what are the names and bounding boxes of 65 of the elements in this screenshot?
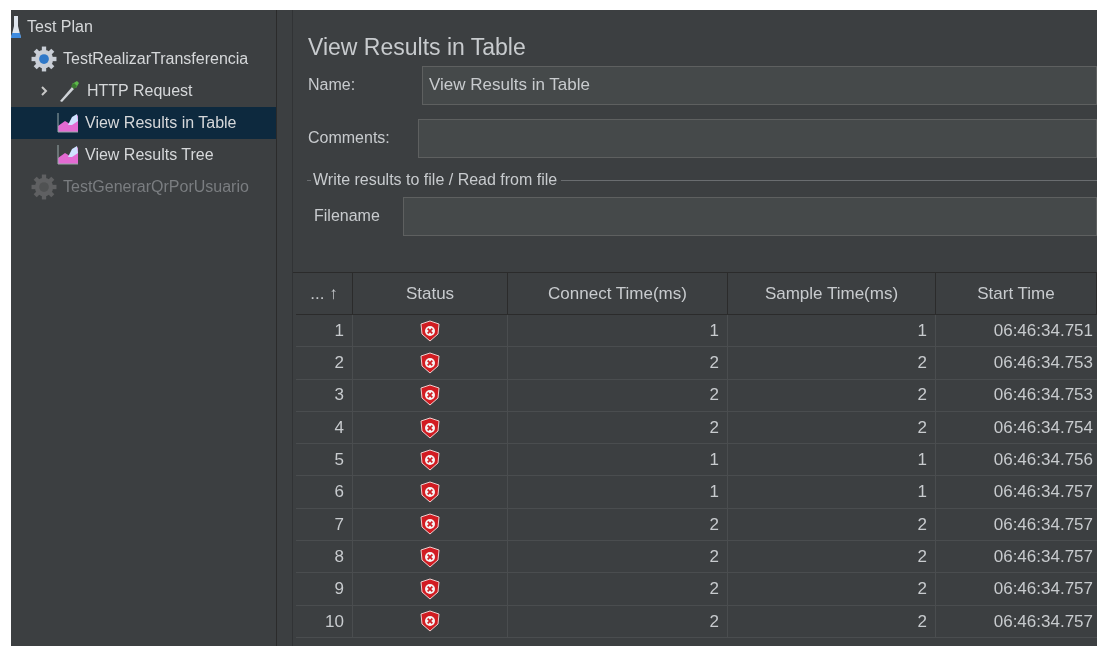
table-cell: 1 xyxy=(728,444,936,476)
table-cell: 2 xyxy=(508,347,728,379)
table-cell: 2 xyxy=(728,541,936,573)
graph-icon xyxy=(57,113,79,133)
row-number: 7 xyxy=(296,508,353,541)
table-cell: 1 xyxy=(728,315,936,347)
table-cell-text: 06:46:34.756 xyxy=(992,449,1094,472)
tree-item[interactable]: Test Plan xyxy=(11,11,276,43)
filename-label: Filename xyxy=(314,206,381,226)
table-cell-text: 06:46:34.753 xyxy=(992,384,1094,407)
flask-icon xyxy=(11,16,21,38)
tree-item[interactable]: TestRealizarTransferencia xyxy=(11,43,276,75)
group-title: Write results to file / Read from file xyxy=(313,170,558,190)
tree-item[interactable]: View Results in Table xyxy=(11,107,276,139)
name-label: Name: xyxy=(308,75,357,95)
table-cell: 2 xyxy=(508,541,728,573)
table-cell-text: 06:46:34.751 xyxy=(992,319,1094,342)
row-number: 4 xyxy=(296,411,353,444)
row-number: 8 xyxy=(296,541,353,573)
tree-item-label: HTTP Request xyxy=(87,81,193,101)
row-number: 6 xyxy=(296,476,353,508)
table-cell-text: 06:46:34.753 xyxy=(992,352,1094,375)
table-cell: 2 xyxy=(728,411,936,444)
table-cell: 2 xyxy=(728,347,936,379)
row-number: 10 xyxy=(296,605,353,637)
row-number: 9 xyxy=(296,573,353,605)
tree-item[interactable]: HTTP Request xyxy=(11,75,276,107)
table-cell: 2 xyxy=(508,573,728,605)
row-number: 2 xyxy=(296,347,353,379)
table-cell-text: 06:46:34.757 xyxy=(992,578,1094,601)
table-cell-text: 06:46:34.757 xyxy=(992,513,1094,536)
table-cell: 2 xyxy=(508,379,728,411)
gear-icon xyxy=(31,46,57,72)
row-number: 1 xyxy=(296,315,353,347)
filename-field[interactable] xyxy=(403,196,1097,236)
row-number: 5 xyxy=(296,444,353,476)
table-cell-text: 06:46:34.757 xyxy=(992,481,1094,504)
comments-field[interactable] xyxy=(418,118,1097,158)
row-number: 3 xyxy=(296,379,353,411)
table-cell: 1 xyxy=(728,476,936,508)
tree-item[interactable]: View Results Tree xyxy=(11,139,276,171)
table-cell: 2 xyxy=(728,508,936,541)
table-cell-text: 06:46:34.757 xyxy=(992,545,1094,568)
panel-title: View Results in Table xyxy=(307,33,527,60)
tree-item-label: Test Plan xyxy=(27,17,93,37)
table-cell: 1 xyxy=(508,444,728,476)
tree-item-label: TestRealizarTransferencia xyxy=(63,49,249,69)
table-cell: 2 xyxy=(508,411,728,444)
pipette-icon xyxy=(57,79,81,103)
gear-icon xyxy=(31,174,57,200)
table-cell: 1 xyxy=(508,476,728,508)
table-cell-text: 06:46:34.754 xyxy=(992,416,1094,439)
table-cell-text: 06:46:34.757 xyxy=(992,610,1094,633)
tree-item-label: TestGenerarQrPorUsuario xyxy=(63,177,249,197)
table-cell: 2 xyxy=(728,379,936,411)
tree-item-label: View Results Tree xyxy=(85,145,214,165)
table-cell: 2 xyxy=(508,508,728,541)
table-cell: 2 xyxy=(728,605,936,637)
graph-icon xyxy=(57,145,79,165)
table-cell: 2 xyxy=(728,573,936,605)
name-field[interactable]: View Results in Table xyxy=(422,65,1097,105)
comments-label: Comments: xyxy=(308,128,391,148)
table-cell: 2 xyxy=(508,605,728,637)
table-cell: 1 xyxy=(508,315,728,347)
tree-item-label: View Results in Table xyxy=(85,113,237,133)
